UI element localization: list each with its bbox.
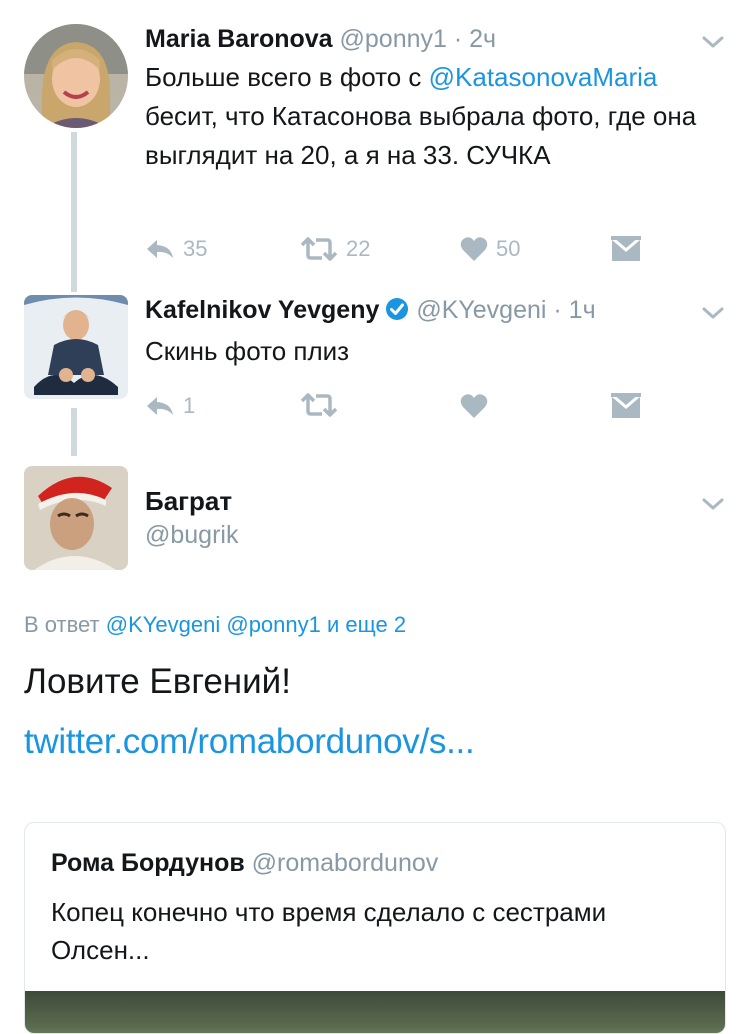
dm-icon <box>611 236 641 261</box>
tweet-text-part: Больше всего в фото с <box>145 62 429 92</box>
retweet-button[interactable]: 22 <box>300 236 370 262</box>
verified-icon <box>385 297 409 328</box>
dm-button[interactable] <box>611 236 641 262</box>
reply-icon <box>147 397 173 415</box>
tweet-link[interactable]: twitter.com/romabordunov/s... <box>24 722 475 762</box>
timestamp[interactable]: · 1ч <box>553 296 595 324</box>
avatar[interactable] <box>24 24 128 128</box>
tweet-text: Больше всего в фото с @KatasonovaMaria б… <box>145 58 719 175</box>
reply-count: 35 <box>183 236 208 261</box>
dm-button[interactable] <box>611 393 641 419</box>
quote-text: Копец конечно что время сделало с сестра… <box>51 897 607 965</box>
tweet-text: Ловите Евгений! <box>24 662 291 701</box>
user-name[interactable]: Maria Baronova <box>145 25 333 53</box>
reply-button[interactable]: 35 <box>145 236 207 262</box>
like-icon <box>460 394 488 418</box>
reply-count: 1 <box>183 393 196 418</box>
tweet-text-part: бесит, что Катасонова выбрала фото, где … <box>145 101 697 170</box>
quote-user-name: Рома Бордунов <box>51 849 245 877</box>
mention-link[interactable]: @KatasonovaMaria <box>429 62 658 92</box>
retweet-icon <box>300 237 338 261</box>
tweet-text: Скинь фото плиз <box>145 336 350 366</box>
quote-image <box>25 991 725 1033</box>
timestamp[interactable]: · 2ч <box>454 25 496 53</box>
avatar[interactable] <box>24 466 128 570</box>
like-icon <box>460 237 488 261</box>
chevron-down-icon[interactable] <box>701 301 725 325</box>
like-button[interactable] <box>460 393 488 419</box>
avatar[interactable] <box>24 295 128 399</box>
user-name[interactable]: Баграт <box>145 486 232 516</box>
like-button[interactable]: 50 <box>460 236 520 262</box>
retweet-button[interactable] <box>300 393 338 417</box>
user-handle[interactable]: @bugrik <box>145 521 238 549</box>
tweet[interactable]: Maria Baronova @ponny1 · 2ч Больше всего… <box>0 24 749 284</box>
reply-mentions[interactable]: @KYevgeni @ponny1 и еще 2 <box>106 612 406 637</box>
user-handle[interactable]: @ponny1 <box>340 25 447 53</box>
chevron-down-icon[interactable] <box>701 30 725 54</box>
tweet[interactable]: Баграт @bugrik <box>0 466 749 576</box>
dm-icon <box>611 393 641 418</box>
user-name[interactable]: Kafelnikov Yevgeny <box>145 296 379 324</box>
chevron-down-icon[interactable] <box>701 492 725 516</box>
user-handle[interactable]: @KYevgeni <box>416 296 546 324</box>
tweet[interactable]: Kafelnikov Yevgeny @KYevgeni · 1ч Скинь … <box>0 295 749 435</box>
reply-context: В ответ @KYevgeni @ponny1 и еще 2 <box>24 612 406 638</box>
reply-icon <box>147 240 173 258</box>
reply-prefix: В ответ <box>24 612 100 637</box>
quote-user-handle: @romabordunov <box>251 849 439 877</box>
retweet-count: 22 <box>346 236 371 261</box>
quoted-tweet[interactable]: Рома Бордунов @romabordunov Копец конечн… <box>24 822 726 1034</box>
retweet-icon <box>300 393 338 417</box>
like-count: 50 <box>496 236 521 261</box>
reply-button[interactable]: 1 <box>145 393 195 419</box>
